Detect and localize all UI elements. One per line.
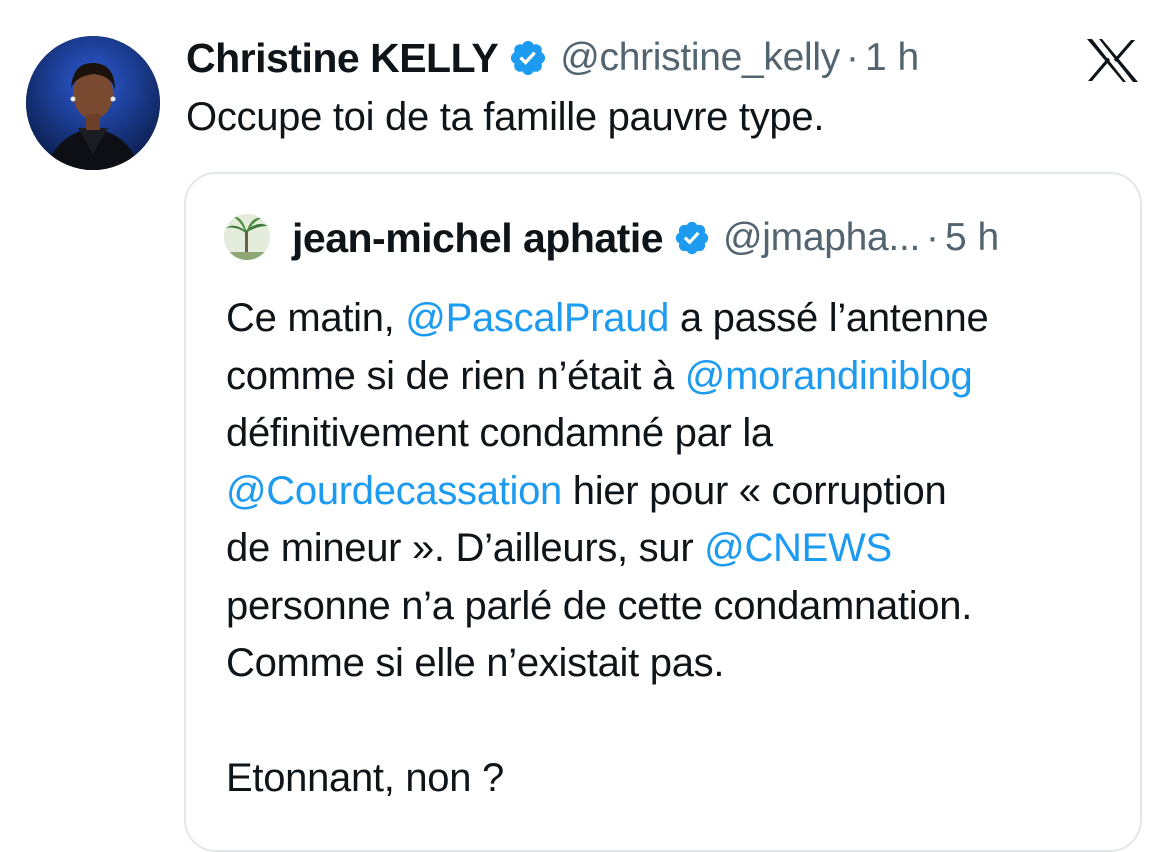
tweet-timestamp[interactable]: 1 h	[865, 36, 919, 80]
quoted-tweet-text: Ce matin, @PascalPraud a passé l’antenne…	[226, 290, 1126, 808]
quoted-text-line: Comme si elle n’existait pas.	[226, 641, 725, 685]
mention-link[interactable]: @PascalPraud	[405, 296, 669, 340]
mention-link[interactable]: @morandiniblog	[685, 354, 973, 398]
verified-badge-icon	[673, 219, 711, 257]
quoted-text-line: définitivement condamné par la	[226, 411, 773, 455]
separator-dot: ·	[926, 216, 940, 259]
quoted-text-line: Etonnant, non ?	[226, 756, 504, 800]
mention-link[interactable]: @Courdecassation	[226, 469, 562, 513]
tweet-text: Occupe toi de ta famille pauvre type.	[186, 95, 825, 139]
verified-badge-icon	[508, 38, 548, 78]
tweet-header: Christine KELLY @christine_kelly · 1 h	[186, 30, 919, 86]
quoted-author-name[interactable]: jean-michel aphatie	[292, 215, 664, 262]
quoted-text-line: comme si de rien n’était à @morandiniblo…	[226, 353, 973, 398]
quoted-tweet-card[interactable]: jean-michel aphatie @jmapha... · 5 h Ce …	[184, 172, 1142, 852]
quoted-tweet-header: jean-michel aphatie @jmapha... · 5 h	[292, 212, 999, 264]
quoted-text-line: @Courdecassation hier pour « corruption	[226, 468, 947, 513]
quoted-author-handle[interactable]: @jmapha...	[723, 216, 920, 260]
quoted-text-line: de mineur ». D’ailleurs, sur @CNEWS	[226, 526, 892, 570]
quoted-text-line: Ce matin, @PascalPraud a passé l’antenne	[226, 296, 989, 340]
author-avatar[interactable]	[26, 36, 160, 170]
separator-dot: ·	[845, 36, 859, 79]
paragraph-break	[226, 693, 1126, 751]
quoted-tweet-timestamp[interactable]: 5 h	[945, 216, 999, 260]
author-name[interactable]: Christine KELLY	[186, 35, 499, 82]
x-logo-icon[interactable]	[1085, 38, 1140, 83]
mention-link[interactable]: @CNEWS	[704, 526, 892, 570]
quoted-text-line: personne n’a parlé de cette condamnation…	[226, 583, 973, 628]
quoted-author-avatar[interactable]	[224, 214, 270, 260]
author-handle[interactable]: @christine_kelly	[560, 36, 840, 80]
